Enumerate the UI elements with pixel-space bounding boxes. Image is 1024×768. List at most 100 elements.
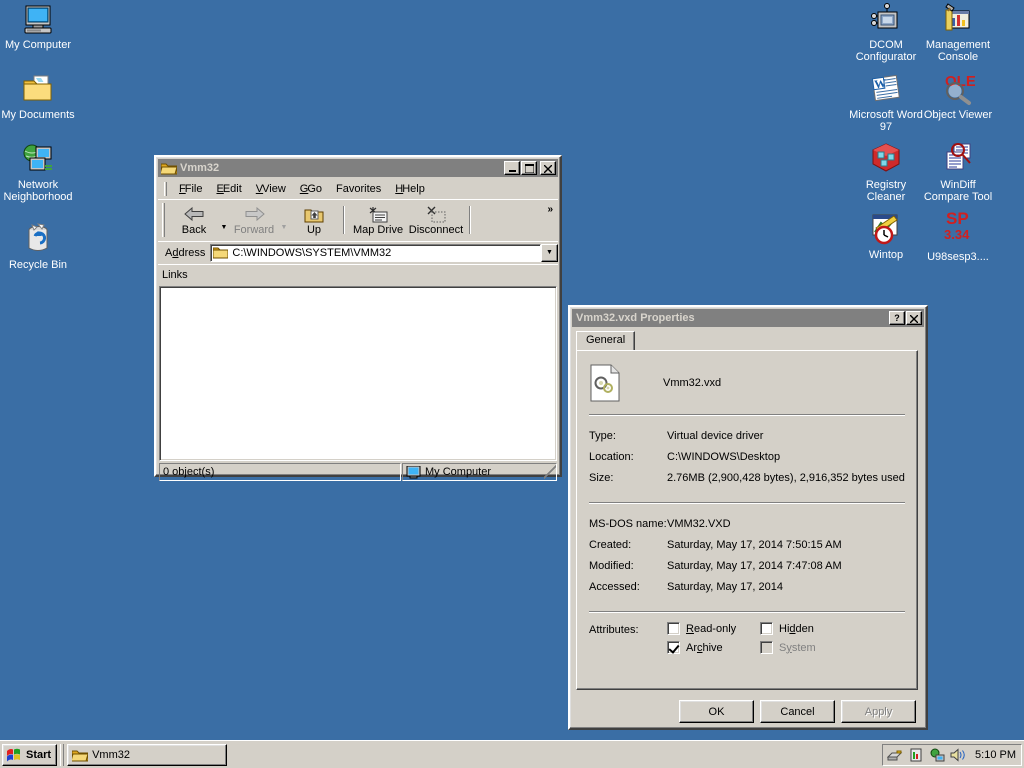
ok-button[interactable]: OK: [679, 700, 754, 723]
checkbox-label: System: [779, 641, 816, 654]
desktop-icon-label: Network Neighborhood: [3, 179, 73, 203]
menu-item-edit[interactable]: EEdit: [209, 182, 248, 196]
menu-item-file[interactable]: FFile: [172, 182, 209, 196]
desktop-icon-object-viewer[interactable]: OLE Object Viewer: [920, 72, 996, 121]
desktop: My Computer My Documents Network Neighbo…: [0, 0, 1024, 768]
file-header: Vmm32.vxd: [589, 361, 905, 405]
dcom-icon: [869, 2, 903, 36]
windiff-icon: [941, 142, 975, 176]
system-tray: 5:10 PM: [882, 743, 1022, 766]
mmc-icon: [941, 2, 975, 36]
vxd-file-icon: [589, 364, 621, 402]
start-button[interactable]: Start: [2, 743, 58, 766]
volume-icon[interactable]: [950, 747, 966, 763]
toolbar-forward-button[interactable]: Forward: [229, 201, 279, 239]
explorer-titlebar[interactable]: Vmm32: [158, 159, 558, 177]
properties-tabstrip: General: [576, 331, 926, 350]
checkbox-system: System: [760, 641, 853, 654]
toolbar-disconnect-button[interactable]: Disconnect: [407, 201, 465, 239]
property-row-type: Type: Virtual device driver: [589, 425, 905, 446]
file-name: Vmm32.vxd: [663, 377, 722, 389]
desktop-icon-label: My Documents: [1, 109, 75, 121]
property-row-created: Created: Saturday, May 17, 2014 7:50:15 …: [589, 534, 905, 555]
explorer-toolbar: Back ▼ Forward ▼ Up Map Drive Disconnect…: [158, 199, 558, 240]
links-label: Links: [162, 268, 188, 281]
properties-titlebar[interactable]: Vmm32.vxd Properties ?: [572, 309, 924, 327]
desktop-icon-my-computer[interactable]: My Computer: [0, 2, 76, 51]
menu-item-help[interactable]: HHelp: [388, 182, 432, 196]
computer-icon: [21, 2, 55, 36]
desktop-icon-label: U98sesp3....: [927, 251, 989, 263]
toolbar-forward-dropdown[interactable]: ▼: [279, 201, 289, 239]
divider-1: [589, 414, 905, 416]
taskbar: Start Vmm32 5:10 PM: [0, 740, 1024, 768]
status-zone: My Computer: [402, 463, 557, 481]
address-input[interactable]: C:\WINDOWS\SYSTEM\VMM32: [210, 243, 541, 262]
apply-button: Apply: [841, 700, 916, 723]
desktop-icon-recycle-bin[interactable]: Recycle Bin: [0, 222, 76, 271]
checkbox-hidden[interactable]: Hidden: [760, 622, 853, 635]
network-activity-icon[interactable]: [929, 747, 945, 763]
cancel-button[interactable]: Cancel: [760, 700, 835, 723]
folder-icon: [213, 246, 229, 259]
explorer-file-list[interactable]: [159, 286, 557, 461]
svg-text:W: W: [873, 76, 887, 92]
attributes-label: Attributes:: [589, 624, 639, 636]
desktop-icon-my-documents[interactable]: My Documents: [0, 72, 76, 121]
divider-3: [589, 611, 905, 613]
attributes-line-2: Archive System: [667, 641, 853, 654]
task-monitor-icon[interactable]: [908, 747, 924, 763]
taskbar-item-vmm32[interactable]: Vmm32: [67, 743, 228, 766]
properties-general-page: Vmm32.vxd Type: Virtual device driver Lo…: [576, 350, 918, 690]
checkbox-archive[interactable]: Archive: [667, 641, 760, 654]
property-row-modified: Modified: Saturday, May 17, 2014 7:47:08…: [589, 555, 905, 576]
desktop-icon-management-console[interactable]: Management Console: [920, 2, 996, 63]
property-key: Location:: [589, 450, 634, 463]
maximize-button[interactable]: [521, 161, 537, 175]
clock[interactable]: 5:10 PM: [975, 749, 1016, 761]
toolbar-back-button[interactable]: Back: [169, 201, 219, 239]
checkbox-read-only[interactable]: Read-only: [667, 622, 760, 635]
windows-flag-icon: [6, 747, 23, 762]
help-button[interactable]: ?: [889, 311, 905, 325]
folder-documents-icon: [21, 72, 55, 106]
printer-icon[interactable]: [887, 747, 903, 763]
properties-title-text: Vmm32.vxd Properties: [576, 312, 695, 324]
properties-dialog: Vmm32.vxd Properties ? General Vmm32.vxd…: [568, 305, 928, 730]
desktop-icon-wintop[interactable]: Wintop: [848, 212, 924, 261]
property-value: 2.76MB (2,900,428 bytes), 2,916,352 byte…: [667, 471, 905, 484]
resize-grip[interactable]: [544, 464, 556, 480]
menu-item-go[interactable]: GGo: [293, 182, 329, 196]
address-label: Address: [165, 246, 206, 259]
desktop-icon-registry-cleaner[interactable]: Registry Cleaner: [848, 142, 924, 203]
desktop-icon-windiff-compare-tool[interactable]: WinDiff Compare Tool: [920, 142, 996, 203]
checkbox-label: Read-only: [686, 622, 737, 635]
desktop-icon-u98sesp3[interactable]: SP 3.34 U98sesp3....: [920, 206, 996, 263]
property-value: Saturday, May 17, 2014 7:50:15 AM: [667, 538, 842, 551]
network-icon: [21, 142, 55, 176]
desktop-icon-microsoft-word-97[interactable]: W Microsoft Word 97: [848, 72, 924, 133]
toolbar-grip[interactable]: [162, 203, 165, 237]
toolbar-map-drive-button[interactable]: Map Drive: [349, 201, 407, 239]
menu-item-view[interactable]: VView: [249, 182, 293, 196]
desktop-icon-label: My Computer: [4, 39, 72, 51]
address-value: C:\WINDOWS\SYSTEM\VMM32: [232, 246, 392, 259]
close-button[interactable]: [540, 161, 556, 175]
close-button[interactable]: [906, 311, 922, 325]
minimize-button[interactable]: [504, 161, 520, 175]
toolbar-back-dropdown[interactable]: ▼: [219, 201, 229, 239]
wintop-icon: [869, 212, 903, 246]
desktop-icon-network-neighborhood[interactable]: Network Neighborhood: [0, 142, 76, 203]
explorer-menubar: FFile EEdit VView GGo Favorites HHelp: [158, 179, 558, 198]
menubar-grip[interactable]: [164, 181, 167, 196]
tab-general[interactable]: General: [576, 331, 636, 350]
desktop-icon-dcom-configurator[interactable]: DCOM Configurator: [848, 2, 924, 63]
checkbox-label: Hidden: [779, 622, 814, 635]
toolbar-disconnect-label: Disconnect: [408, 224, 464, 236]
menu-item-favorites[interactable]: Favorites: [329, 182, 388, 196]
address-dropdown-button[interactable]: ▼: [541, 243, 558, 262]
status-zone-label: My Computer: [425, 466, 492, 478]
folder-up-icon: [303, 204, 325, 224]
toolbar-overflow-chevron[interactable]: »: [547, 204, 553, 215]
toolbar-up-button[interactable]: Up: [289, 201, 339, 239]
